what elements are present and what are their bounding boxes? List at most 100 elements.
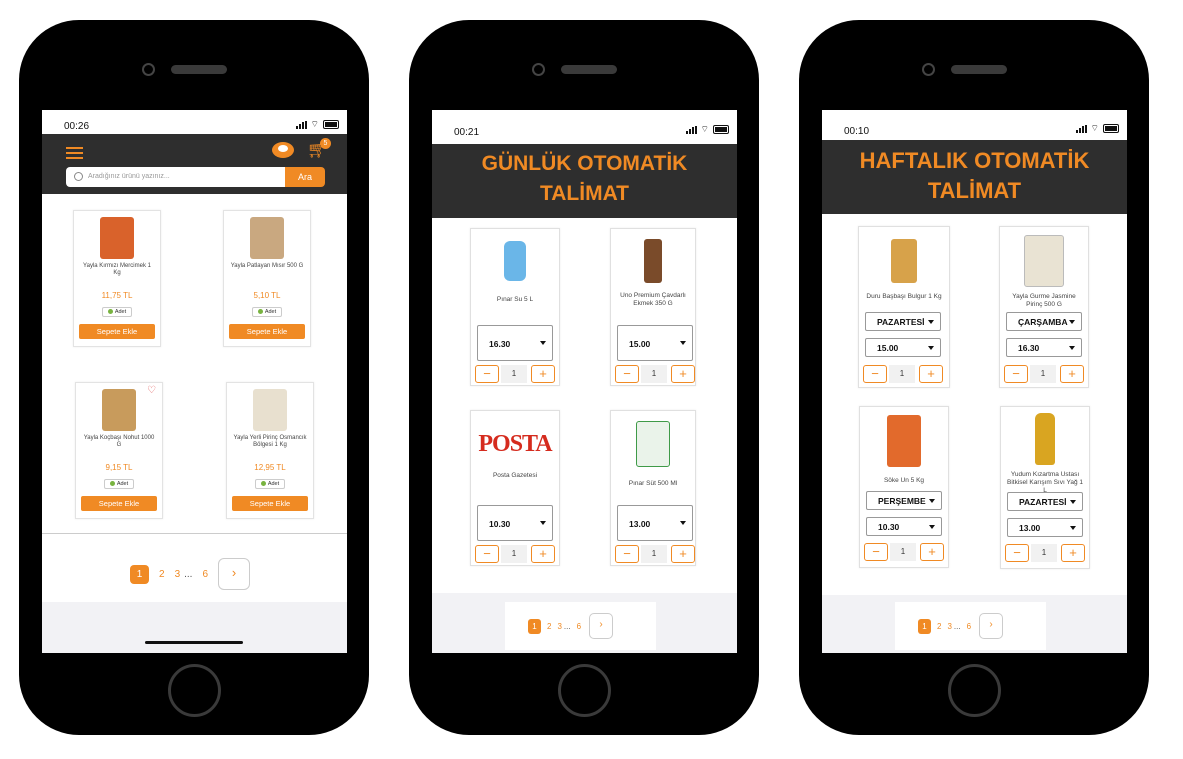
search-input[interactable]: Aradığınız ürünü yazınız...: [66, 167, 285, 187]
footer: [42, 602, 347, 653]
decrease-button[interactable]: −: [1004, 365, 1028, 383]
next-page-button[interactable]: ›: [979, 613, 1004, 639]
quantity-value[interactable]: 1: [1031, 544, 1057, 562]
product-card[interactable]: Yayla Patlayan Mısır 500 G 5,10 TL Adet …: [223, 210, 311, 347]
page-3[interactable]: 3: [947, 622, 951, 631]
favorite-heart-icon[interactable]: ♡: [147, 385, 156, 396]
status-time: 00:10: [844, 126, 870, 137]
decrease-button[interactable]: −: [864, 543, 888, 561]
wifi-icon: ⌔: [700, 124, 709, 134]
product-name: Yayla Yerli Pirinç Osmancık Bölgesi 1 Kg: [233, 435, 307, 448]
increase-button[interactable]: +: [1061, 544, 1085, 562]
screen-daily-order: 00:21 ⌔ GÜNLÜK OTOMATİK TALİMAT Pınar Su…: [432, 110, 737, 653]
user-icon[interactable]: [272, 142, 294, 158]
increase-button[interactable]: +: [919, 365, 943, 383]
quantity-value[interactable]: 1: [1030, 365, 1056, 383]
product-image: [102, 389, 136, 431]
product-card[interactable]: Yayla Kırmızı Mercimek 1 Kg 11,75 TL Ade…: [73, 210, 161, 347]
search-button[interactable]: Ara: [285, 167, 325, 187]
home-button[interactable]: [168, 664, 221, 717]
title-line-1: HAFTALIK OTOMATİK: [859, 148, 1090, 173]
time-select[interactable]: 16.30: [1006, 338, 1082, 357]
page-3[interactable]: 3: [557, 622, 561, 631]
time-select[interactable]: 13.00: [617, 505, 693, 541]
page-2[interactable]: 2: [547, 622, 551, 631]
search-placeholder: Aradığınız ürünü yazınız...: [88, 173, 170, 180]
day-select[interactable]: PAZARTESİ: [1007, 492, 1083, 511]
increase-button[interactable]: +: [671, 365, 695, 383]
pagination: 1 2 3 ... 6 ›: [505, 602, 656, 650]
status-bar: 00:10 ⌔: [822, 110, 1127, 140]
add-to-cart-button[interactable]: Sepete Ekle: [81, 496, 157, 511]
product-image: [887, 415, 921, 467]
home-button[interactable]: [558, 664, 611, 717]
camera-icon: [532, 63, 545, 76]
product-name: Uno Premium Çavdarlı Ekmek 350 G: [620, 292, 686, 307]
decrease-button[interactable]: −: [863, 365, 887, 383]
product-card: Yayla Gurme Jasmine Pirinç 500 G ÇARŞAMB…: [999, 226, 1089, 388]
page-6[interactable]: 6: [967, 622, 971, 631]
product-price: 9,15 TL: [105, 463, 133, 472]
pagination: 1 2 3 ... 6 ›: [95, 546, 311, 602]
page-title: GÜNLÜK OTOMATİK TALİMAT: [432, 144, 737, 218]
time-select[interactable]: 13.00: [1007, 518, 1083, 537]
time-select[interactable]: 15.00: [617, 325, 693, 361]
decrease-button[interactable]: −: [475, 365, 499, 383]
increase-button[interactable]: +: [671, 545, 695, 563]
unit-option[interactable]: Adet: [101, 307, 133, 317]
page-1[interactable]: 1: [130, 564, 149, 584]
time-select[interactable]: 10.30: [477, 505, 553, 541]
page-2[interactable]: 2: [937, 622, 941, 631]
page-1[interactable]: 1: [528, 618, 541, 634]
product-card[interactable]: Yayla Yerli Pirinç Osmancık Bölgesi 1 Kg…: [226, 382, 314, 519]
add-to-cart-button[interactable]: Sepete Ekle: [232, 496, 308, 511]
decrease-button[interactable]: −: [1005, 544, 1029, 562]
quantity-value[interactable]: 1: [641, 545, 667, 563]
pagination: 1 2 3 ... 6 ›: [895, 602, 1046, 650]
battery-icon: [713, 125, 729, 134]
page-2[interactable]: 2: [159, 569, 165, 580]
quantity-stepper: − 1 +: [1005, 544, 1085, 562]
time-select[interactable]: 10.30: [866, 517, 942, 536]
day-select[interactable]: PAZARTESİ: [865, 312, 941, 331]
day-select[interactable]: PERŞEMBE: [866, 491, 942, 510]
quantity-value[interactable]: 1: [890, 543, 916, 561]
unit-option[interactable]: Adet: [251, 307, 283, 317]
add-to-cart-button[interactable]: Sepete Ekle: [229, 324, 305, 339]
quantity-value[interactable]: 1: [501, 545, 527, 563]
increase-button[interactable]: +: [531, 365, 555, 383]
quantity-value[interactable]: 1: [501, 365, 527, 383]
next-page-button[interactable]: ›: [589, 613, 614, 639]
product-name: Yayla Gurme Jasmine Pirinç 500 G: [1012, 293, 1076, 308]
menu-icon[interactable]: [66, 147, 83, 162]
time-select[interactable]: 16.30: [477, 325, 553, 361]
decrease-button[interactable]: −: [475, 545, 499, 563]
phone-frame-3: 00:10 ⌔ HAFTALIK OTOMATİK TALİMAT Duru B…: [799, 20, 1149, 735]
posta-logo: POSTA: [478, 431, 552, 457]
increase-button[interactable]: +: [531, 545, 555, 563]
page-3[interactable]: 3: [175, 569, 181, 580]
page-1[interactable]: 1: [918, 618, 931, 634]
quantity-stepper: − 1 +: [475, 365, 555, 383]
page-6[interactable]: 6: [202, 569, 208, 580]
home-button[interactable]: [948, 664, 1001, 717]
product-card[interactable]: ♡ Yayla Koçbaşı Nohut 1000 G 9,15 TL Ade…: [75, 382, 163, 519]
screen-product-list: 00:26 ⌔ 🛒︎ 5 Aradığınız ürünü yazınız...…: [42, 110, 347, 653]
quantity-value[interactable]: 1: [641, 365, 667, 383]
time-select[interactable]: 15.00: [865, 338, 941, 357]
page-6[interactable]: 6: [577, 622, 581, 631]
product-image: [1024, 235, 1064, 287]
next-page-button[interactable]: ›: [218, 558, 251, 590]
phone-frame-1: 00:26 ⌔ 🛒︎ 5 Aradığınız ürünü yazınız...…: [19, 20, 369, 735]
unit-option[interactable]: Adet: [103, 479, 135, 489]
product-card: Pınar Su 5 L 16.30 − 1 +: [470, 228, 560, 386]
quantity-value[interactable]: 1: [889, 365, 915, 383]
unit-option[interactable]: Adet: [254, 479, 286, 489]
decrease-button[interactable]: −: [615, 365, 639, 383]
increase-button[interactable]: +: [920, 543, 944, 561]
add-to-cart-button[interactable]: Sepete Ekle: [79, 324, 155, 339]
increase-button[interactable]: +: [1060, 365, 1084, 383]
day-select[interactable]: ÇARŞAMBA: [1006, 312, 1082, 331]
title-line-2: TALİMAT: [927, 178, 1022, 203]
decrease-button[interactable]: −: [615, 545, 639, 563]
